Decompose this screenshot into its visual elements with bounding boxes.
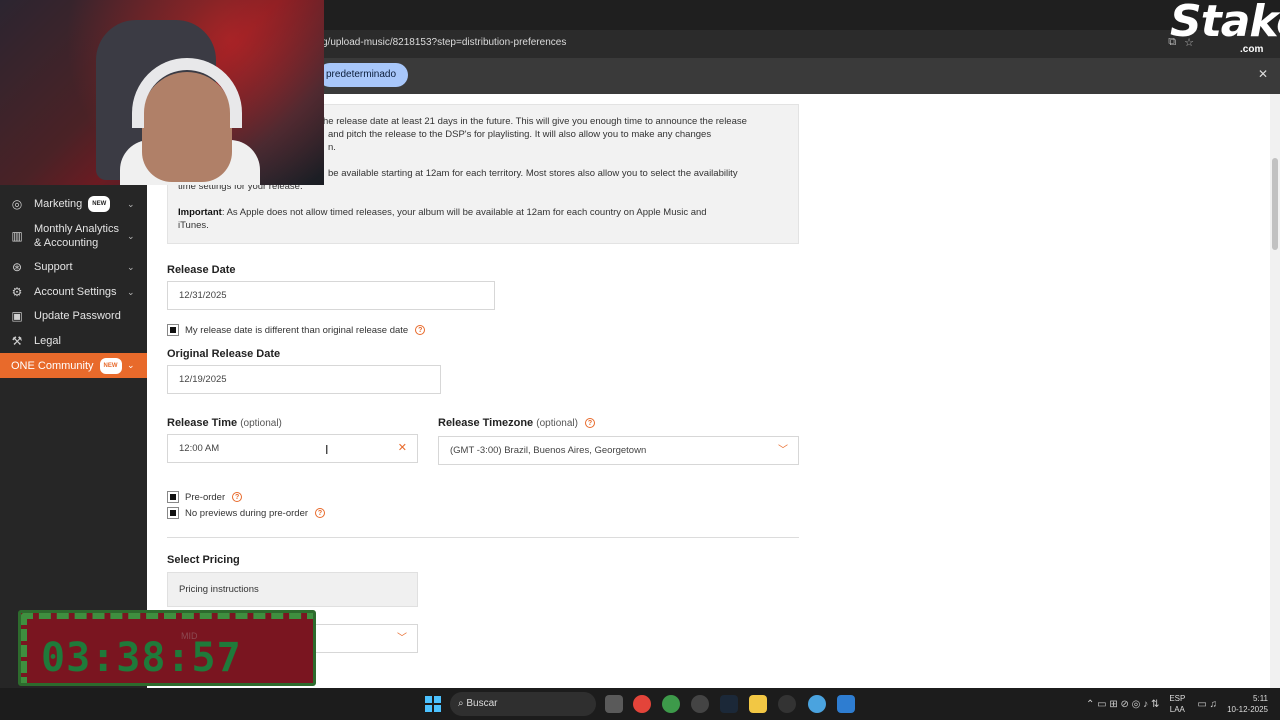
taskbar: ⌕ Buscar ⌃ ▭ ⊞ ⊘ ◎ ♪ ⇅ ESP LAA ▭ ♫ 5:11 …: [0, 688, 1280, 720]
lock-icon: ▣: [11, 309, 23, 323]
file-explorer-icon[interactable]: [749, 695, 767, 713]
new-badge: NEW: [99, 357, 122, 374]
preorder-checkbox[interactable]: Pre-order ?: [167, 491, 243, 503]
url-text[interactable]: g/upload-music/8218153?step=distribution…: [322, 37, 566, 48]
steam-icon[interactable]: [720, 695, 738, 713]
clear-icon[interactable]: ✕: [398, 435, 407, 462]
windows-start-icon[interactable]: [425, 696, 441, 712]
sidebar-item-marketing[interactable]: ◎ Marketing NEW ⌄: [0, 196, 147, 212]
media-player-icon[interactable]: [778, 695, 796, 713]
timer-digits: 03:38:57: [41, 635, 242, 681]
chart-icon: ▥: [11, 229, 23, 243]
sidebar-item-one-community[interactable]: ONE Community NEW ⌄: [0, 353, 147, 378]
close-icon[interactable]: ✕: [1258, 67, 1268, 81]
scrollbar[interactable]: [1270, 94, 1280, 688]
chevron-down-icon: ﹀: [778, 445, 788, 456]
sidebar-item-legal[interactable]: ⚒ Legal: [0, 334, 147, 348]
help-icon[interactable]: ?: [232, 492, 243, 502]
checkbox[interactable]: [167, 324, 179, 336]
gear-icon: ⚙: [11, 285, 23, 299]
checkbox[interactable]: [167, 507, 179, 519]
network-volume-icons[interactable]: ▭ ♫: [1197, 699, 1217, 710]
set-default-button[interactable]: predeterminado: [318, 63, 409, 87]
original-release-date-input[interactable]: 12/19/2025: [167, 365, 441, 394]
checkbox[interactable]: [167, 491, 179, 503]
text-cursor-icon: I: [325, 443, 329, 457]
task-view-icon[interactable]: [605, 695, 623, 713]
chrome-profile-icon[interactable]: [662, 695, 680, 713]
chevron-down-icon: ⌄: [127, 286, 135, 297]
taskbar-search[interactable]: ⌕ Buscar: [450, 692, 596, 716]
sidebar-item-analytics[interactable]: ▥ Monthly Analytics & Accounting ⌄: [0, 222, 147, 250]
countdown-timer: MID 03:38:57: [18, 610, 316, 686]
pricing-instructions[interactable]: Pricing instructions: [167, 572, 418, 607]
sidebar-item-support[interactable]: ⊛ Support ⌄: [0, 260, 147, 274]
support-icon: ⊛: [11, 260, 23, 274]
scrollbar-thumb[interactable]: [1272, 158, 1278, 250]
original-release-date-label: Original Release Date: [167, 348, 281, 360]
sidebar-item-account-settings[interactable]: ⚙ Account Settings ⌄: [0, 285, 147, 299]
tray-icons[interactable]: ⌃ ▭ ⊞ ⊘ ◎ ♪ ⇅: [1086, 699, 1159, 710]
language-indicator[interactable]: ESP LAA: [1169, 693, 1185, 715]
gavel-icon: ⚒: [11, 334, 23, 348]
settings-app-icon[interactable]: [691, 695, 709, 713]
help-icon[interactable]: ?: [415, 325, 426, 335]
new-badge: NEW: [88, 196, 111, 212]
help-icon[interactable]: ?: [315, 508, 326, 518]
different-date-checkbox[interactable]: My release date is different than origin…: [167, 324, 426, 336]
help-icon[interactable]: ?: [584, 418, 595, 428]
release-date-label: Release Date: [167, 264, 236, 276]
select-pricing-label: Select Pricing: [167, 554, 240, 566]
release-date-input[interactable]: 12/31/2025: [167, 281, 495, 310]
chevron-down-icon: ﹀: [397, 633, 407, 644]
target-icon: ◎: [11, 197, 23, 211]
divider: [167, 537, 799, 538]
release-time-label: Release Time (optional): [167, 417, 282, 429]
release-timezone-label: Release Timezone (optional) ?: [438, 417, 595, 429]
release-time-input[interactable]: 12:00 AM ✕: [167, 434, 418, 463]
no-previews-checkbox[interactable]: No previews during pre-order ?: [167, 507, 326, 519]
clock[interactable]: 5:11 10-12-2025: [1227, 693, 1268, 715]
sidebar-item-update-password[interactable]: ▣ Update Password: [0, 309, 147, 323]
chrome-active-icon[interactable]: [808, 695, 826, 713]
chevron-down-icon: ⌄: [127, 360, 135, 370]
release-timezone-select[interactable]: (GMT -3:00) Brazil, Buenos Aires, George…: [438, 436, 799, 465]
chrome-icon[interactable]: [633, 695, 651, 713]
app-icon[interactable]: [837, 695, 855, 713]
chevron-down-icon: ⌄: [127, 261, 135, 272]
chevron-down-icon: ⌄: [127, 198, 135, 209]
stake-logo: Stake .com: [1170, 0, 1280, 55]
chevron-down-icon: ⌄: [127, 230, 135, 241]
webcam-overlay: [0, 0, 324, 185]
